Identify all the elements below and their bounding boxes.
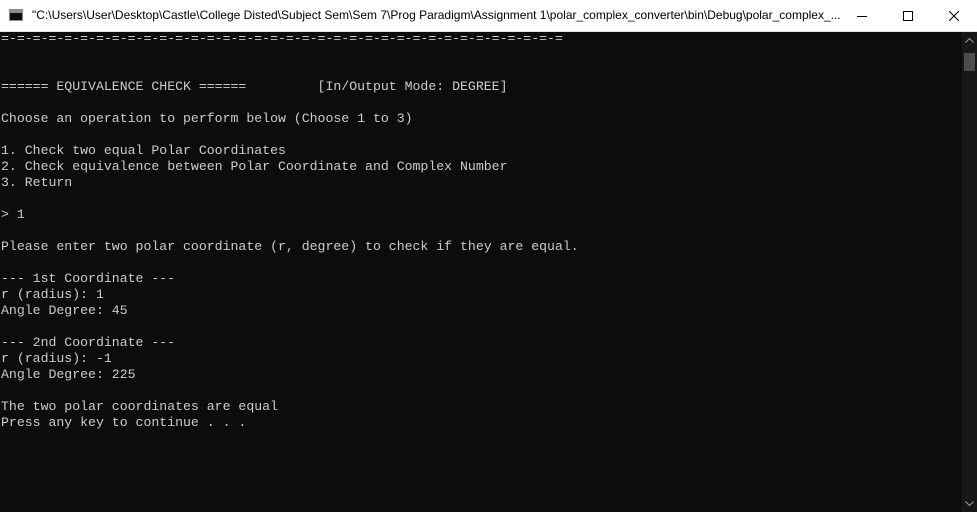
- minimize-button[interactable]: [839, 0, 885, 32]
- console-line: 1. Check two equal Polar Coordinates: [1, 143, 286, 158]
- console-line: Angle Degree: 225: [1, 367, 136, 382]
- vertical-scrollbar[interactable]: [962, 32, 977, 512]
- console-line: ====== EQUIVALENCE CHECK ====== [In/Outp…: [1, 79, 508, 94]
- console-line: 3. Return: [1, 175, 73, 190]
- console-output[interactable]: =-=-=-=-=-=-=-=-=-=-=-=-=-=-=-=-=-=-=-=-…: [0, 32, 962, 512]
- scroll-down-arrow-icon: [965, 501, 974, 506]
- console-line: Angle Degree: 45: [1, 303, 128, 318]
- console-app-icon[interactable]: [9, 9, 23, 21]
- console-line: --- 1st Coordinate ---: [1, 271, 176, 286]
- scroll-up-arrow-icon: [965, 38, 974, 43]
- scroll-up-button[interactable]: [962, 32, 977, 49]
- maximize-button[interactable]: [885, 0, 931, 32]
- close-button[interactable]: [931, 0, 977, 32]
- scroll-thumb[interactable]: [964, 53, 975, 71]
- console-line: The two polar coordinates are equal: [1, 399, 278, 414]
- minimize-icon: [857, 16, 867, 17]
- maximize-icon: [903, 11, 913, 21]
- console-line: Please enter two polar coordinate (r, de…: [1, 239, 579, 254]
- scroll-down-button[interactable]: [962, 495, 977, 512]
- console-line: =-=-=-=-=-=-=-=-=-=-=-=-=-=-=-=-=-=-=-=-…: [1, 32, 563, 46]
- console-text: =-=-=-=-=-=-=-=-=-=-=-=-=-=-=-=-=-=-=-=-…: [1, 32, 579, 431]
- title-bar[interactable]: "C:\Users\User\Desktop\Castle\College Di…: [0, 0, 977, 32]
- console-line: Choose an operation to perform below (Ch…: [1, 111, 413, 126]
- console-line: --- 2nd Coordinate ---: [1, 335, 176, 350]
- console-line: r (radius): 1: [1, 287, 104, 302]
- console-line: 2. Check equivalence between Polar Coord…: [1, 159, 508, 174]
- console-line: > 1: [1, 207, 25, 222]
- console-line: r (radius): -1: [1, 351, 112, 366]
- close-icon: [949, 11, 959, 21]
- console-line: Press any key to continue . . .: [1, 415, 247, 430]
- window-title: "C:\Users\User\Desktop\Castle\College Di…: [32, 8, 841, 22]
